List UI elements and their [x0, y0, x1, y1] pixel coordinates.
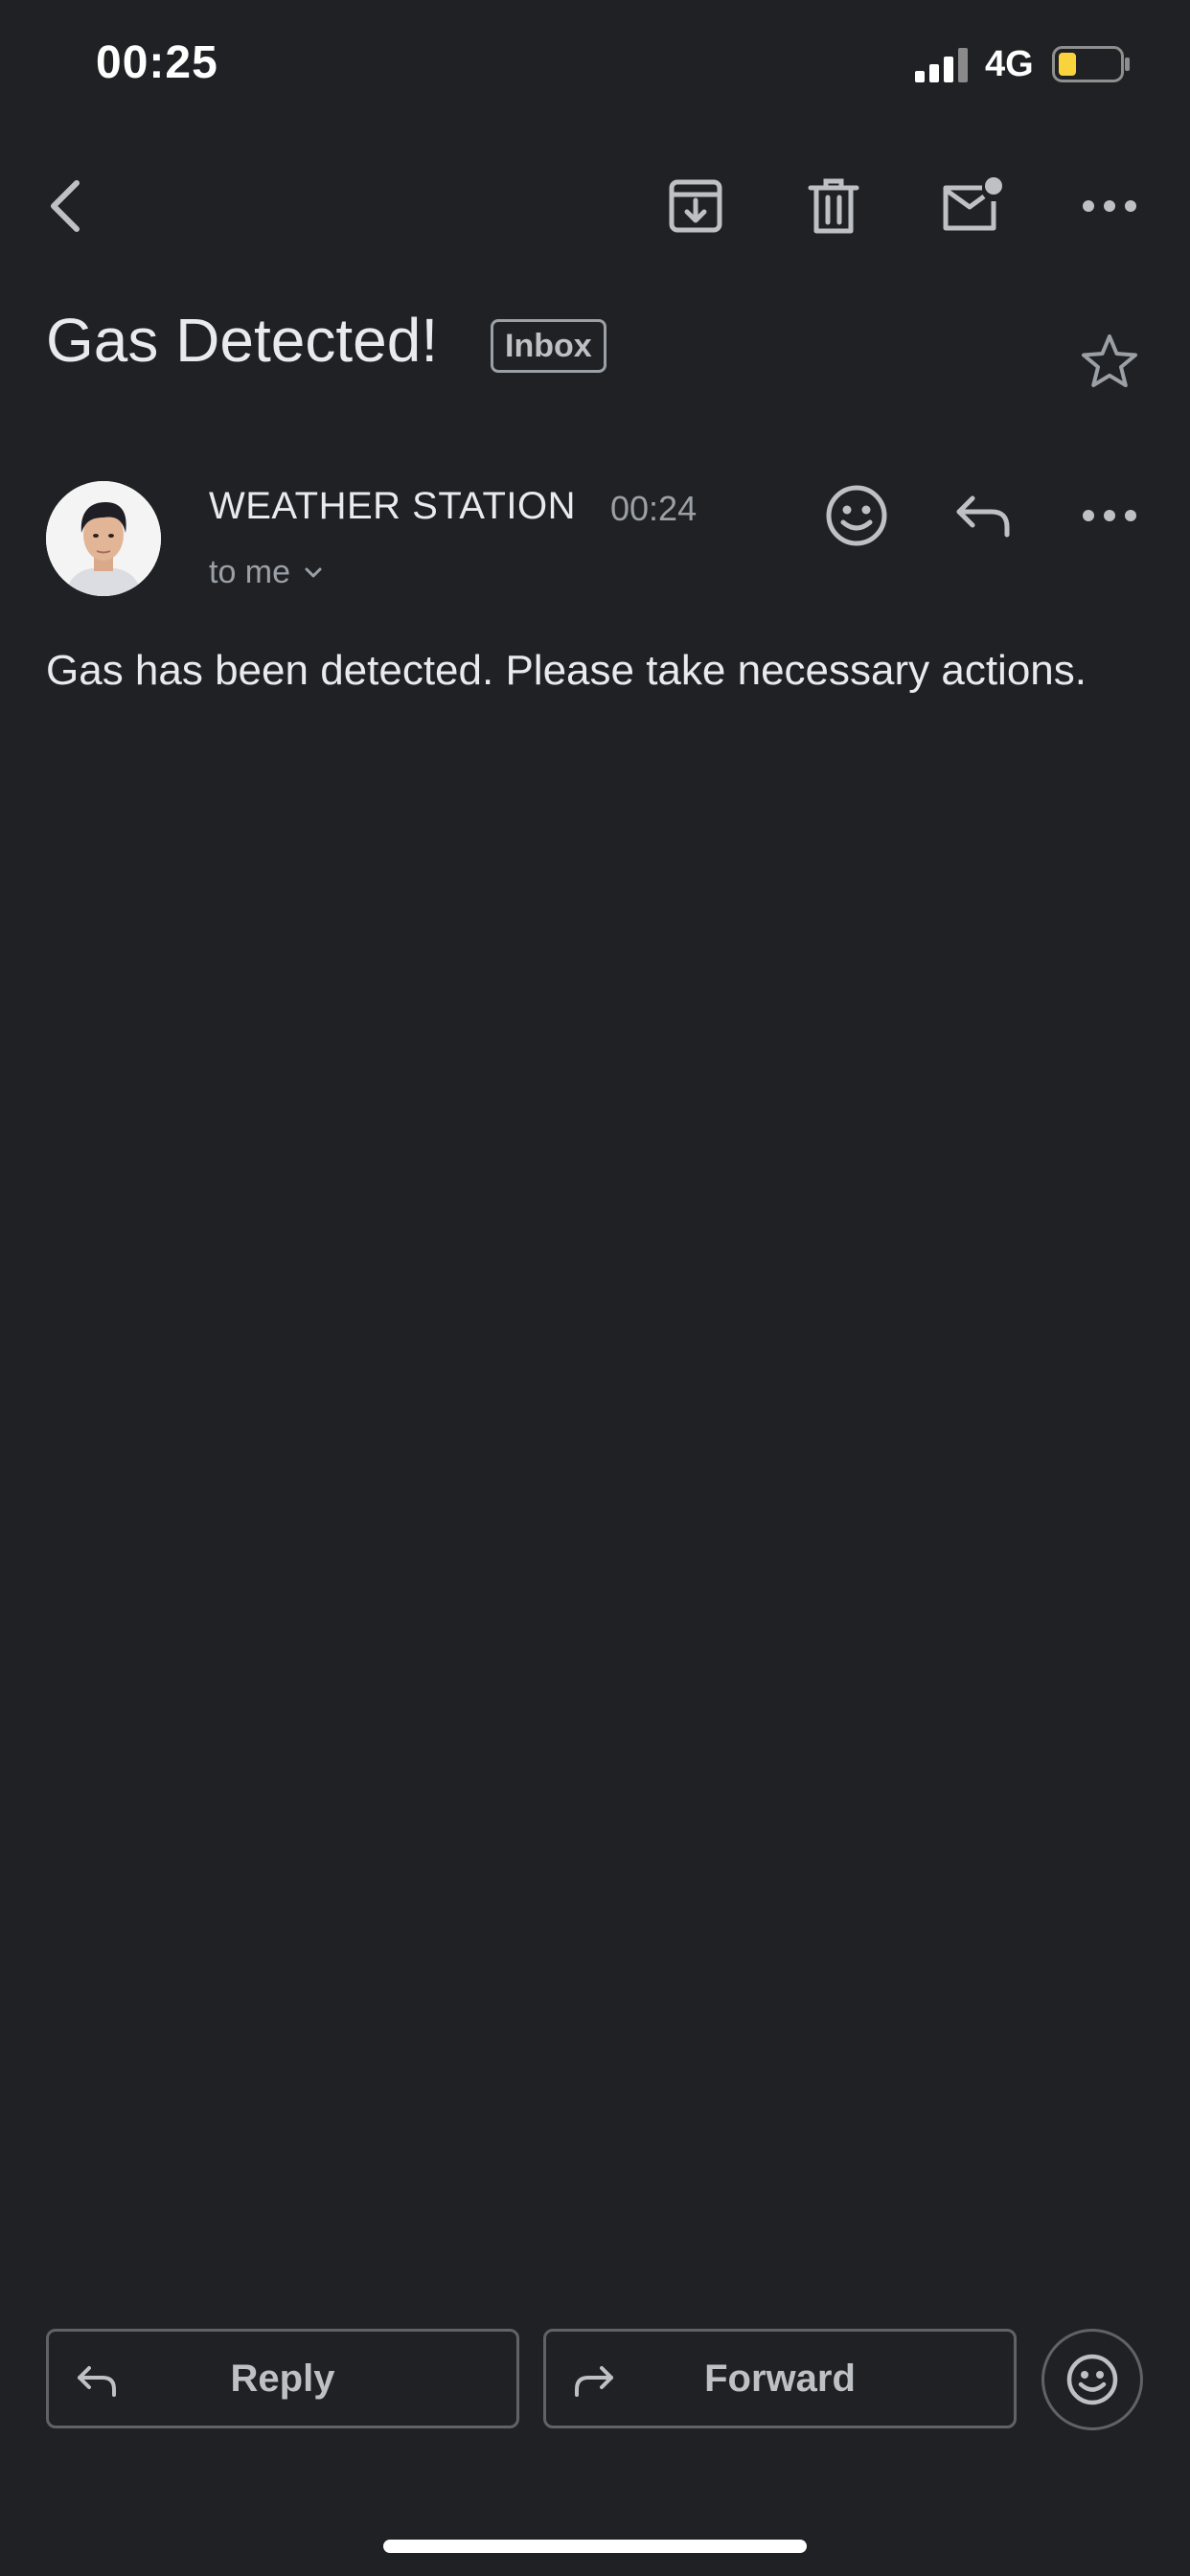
label-chip-inbox[interactable]: Inbox	[491, 319, 606, 373]
emoji-icon	[1066, 2354, 1118, 2405]
recipient-details-toggle[interactable]: to me	[209, 554, 323, 591]
more-options-button[interactable]	[1071, 168, 1148, 244]
emoji-reaction-button[interactable]	[1041, 2329, 1143, 2430]
reply-button[interactable]: Reply	[46, 2329, 519, 2428]
sender-name[interactable]: WEATHER STATION	[209, 485, 576, 528]
add-reaction-button[interactable]	[818, 477, 895, 554]
more-horizontal-icon	[1083, 200, 1136, 212]
forward-icon	[575, 2366, 613, 2397]
email-body: Gas has been detected. Please take neces…	[46, 647, 1087, 694]
email-subject: Gas Detected!	[46, 306, 439, 375]
message-more-button[interactable]	[1071, 477, 1148, 554]
star-button[interactable]	[1071, 323, 1148, 400]
star-icon	[1082, 334, 1137, 387]
battery-icon	[1052, 46, 1130, 82]
forward-button[interactable]: Forward	[543, 2329, 1017, 2428]
sent-time: 00:24	[610, 489, 698, 528]
reply-icon	[956, 495, 1010, 538]
chevron-left-icon	[51, 180, 80, 232]
reply-icon	[78, 2366, 116, 2397]
back-button[interactable]	[27, 168, 103, 244]
reply-inline-button[interactable]	[945, 477, 1021, 554]
home-indicator[interactable]	[383, 2540, 807, 2553]
cellular-signal-icon	[915, 48, 968, 82]
emoji-icon	[826, 485, 887, 546]
network-type: 4G	[985, 44, 1034, 84]
mark-unread-button[interactable]	[933, 168, 1010, 244]
person-photo-icon	[46, 481, 161, 596]
mail-unread-icon	[943, 177, 1002, 231]
archive-icon	[669, 179, 722, 233]
more-horizontal-icon	[1083, 510, 1136, 521]
delete-button[interactable]	[795, 168, 872, 244]
status-time: 00:25	[96, 37, 218, 88]
trash-icon	[808, 178, 859, 234]
recipient-label: to me	[209, 554, 291, 590]
sender-avatar[interactable]	[46, 481, 161, 596]
chevron-down-icon	[305, 567, 322, 577]
archive-button[interactable]	[657, 168, 734, 244]
